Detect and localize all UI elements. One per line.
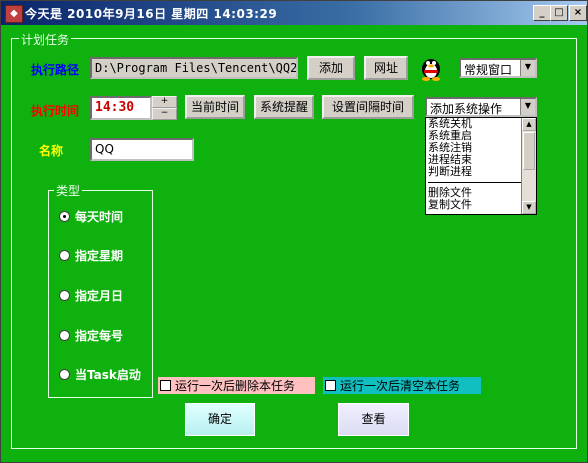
radio-on-task-start[interactable]: 当Task启动 (59, 366, 141, 383)
radio-label: 指定星期 (75, 249, 124, 263)
radio-label: 指定月日 (75, 289, 124, 303)
list-item[interactable]: 复制文件 (426, 199, 536, 211)
radio-label: 当Task启动 (75, 368, 141, 382)
title-bar[interactable]: ◆ 今天是 2010年9月16日 星期四 14:03:29 _ □ × (1, 1, 587, 25)
time-label: 执行时间 (31, 104, 80, 118)
checkbox-label: 运行一次后删除本任务 (175, 379, 296, 393)
name-label: 名称 (39, 144, 64, 158)
system-op-select[interactable]: 添加系统操作 ▼ (425, 97, 537, 117)
delete-after-run-checkbox[interactable]: 运行一次后删除本任务 (158, 377, 315, 394)
radio-month-day[interactable]: 指定月日 (59, 287, 123, 304)
view-button[interactable]: 查看 (338, 403, 409, 436)
add-button[interactable]: 添加 (307, 56, 355, 80)
scroll-thumb[interactable] (523, 132, 535, 170)
radio-label: 指定每号 (75, 329, 124, 343)
radio-button[interactable] (59, 290, 70, 301)
window-mode-select[interactable]: 常规窗口 ▼ (459, 58, 537, 78)
list-item[interactable]: 判断进程 (426, 166, 536, 178)
list-separator (428, 182, 534, 183)
radio-button[interactable] (59, 330, 70, 341)
radio-daily[interactable]: 每天时间 (59, 208, 123, 225)
close-button[interactable]: × (569, 5, 587, 21)
system-op-list[interactable]: 系统关机 系统重启 系统注销 进程结束 判断进程 删除文件 复制文件 ▲ ▼ (425, 117, 537, 215)
radio-button[interactable] (59, 250, 70, 261)
checkbox[interactable] (325, 380, 336, 391)
radio-weekday[interactable]: 指定星期 (59, 247, 123, 264)
type-group-title: 类型 (54, 182, 83, 199)
clear-after-run-checkbox[interactable]: 运行一次后清空本任务 (323, 377, 481, 394)
time-decrement-button[interactable]: − (152, 108, 177, 120)
main-window: ◆ 今天是 2010年9月16日 星期四 14:03:29 _ □ × 计划任务… (0, 0, 588, 463)
checkbox-label: 运行一次后清空本任务 (340, 379, 461, 393)
url-button[interactable]: 网址 (364, 56, 408, 80)
set-interval-button[interactable]: 设置间隔时间 (322, 95, 414, 119)
group-title: 计划任务 (19, 31, 72, 48)
time-field[interactable]: 14:30 (90, 96, 152, 120)
window-mode-value: 常规窗口 (464, 63, 513, 77)
qq-penguin-icon (417, 53, 445, 81)
chevron-down-icon[interactable]: ▼ (520, 99, 535, 115)
radio-selected-dot (63, 215, 66, 218)
path-field[interactable]: D:\Program Files\Tencent\QQ20 (90, 57, 298, 79)
checkbox[interactable] (160, 380, 171, 391)
window-title: 今天是 2010年9月16日 星期四 14:03:29 (25, 7, 278, 21)
radio-button[interactable] (59, 211, 70, 222)
list-scrollbar[interactable]: ▲ ▼ (521, 118, 536, 214)
path-label: 执行路径 (31, 63, 80, 77)
app-icon: ◆ (5, 5, 23, 23)
scroll-up-icon[interactable]: ▲ (522, 118, 536, 131)
radio-each-date[interactable]: 指定每号 (59, 327, 123, 344)
confirm-button[interactable]: 确定 (185, 403, 255, 436)
current-time-button[interactable]: 当前时间 (185, 95, 245, 119)
chevron-down-icon[interactable]: ▼ (520, 60, 535, 76)
minimize-button[interactable]: _ (533, 5, 551, 21)
system-reminder-button[interactable]: 系统提醒 (254, 95, 314, 119)
maximize-button[interactable]: □ (550, 5, 568, 21)
name-field[interactable]: QQ (90, 138, 194, 161)
time-increment-button[interactable]: + (152, 96, 177, 108)
radio-label: 每天时间 (75, 210, 124, 224)
radio-button[interactable] (59, 369, 70, 380)
scroll-down-icon[interactable]: ▼ (522, 201, 536, 214)
system-op-value: 添加系统操作 (430, 102, 503, 116)
